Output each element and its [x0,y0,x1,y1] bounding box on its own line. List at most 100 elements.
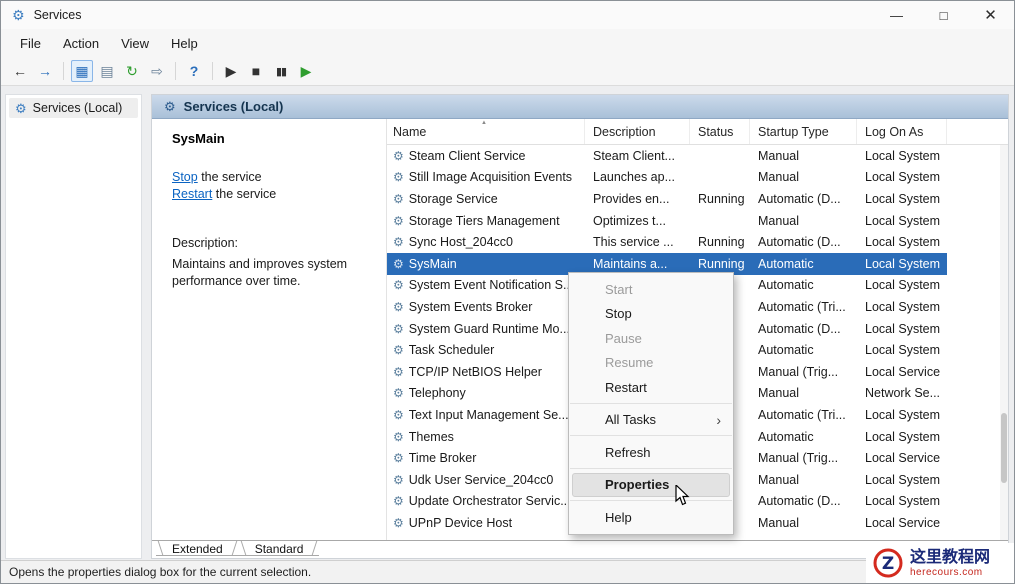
context-menu-start[interactable]: Start [569,277,733,302]
cell-name: ⚙Telephony [387,383,585,405]
context-menu-stop[interactable]: Stop [569,302,733,327]
menu-separator [570,435,732,436]
service-row-storage-service[interactable]: ⚙Storage ServiceProvides en...RunningAut… [387,188,1000,210]
cell-startup-type: Automatic [750,253,857,275]
toolbar-back-arrow-icon[interactable]: ← [9,60,31,82]
window-controls: — □ ✕ [873,1,1014,29]
cell-log-on-as: Local System [857,275,947,297]
column-header-description[interactable]: Description [585,119,690,144]
tab-extended[interactable]: Extended [156,541,239,556]
column-header-filler [947,119,1008,144]
column-header-status[interactable]: Status [690,119,750,144]
cell-description: Provides en... [585,188,690,210]
column-header-log-on-as[interactable]: Log On As [857,119,947,144]
service-row-sync-host-204cc0[interactable]: ⚙Sync Host_204cc0This service ...Running… [387,231,1000,253]
toolbar-help-icon[interactable]: ? [183,60,205,82]
status-bar: Opens the properties dialog box for the … [1,560,1014,583]
menu-view[interactable]: View [110,32,160,55]
restart-service-link[interactable]: Restart [172,187,212,201]
service-gear-icon: ⚙ [393,236,404,248]
toolbar-show-console-tree-icon[interactable]: ▦ [71,60,93,82]
cell-status [690,210,750,232]
toolbar-refresh-icon[interactable]: ↻ [121,60,143,82]
toolbar-separator [63,62,64,80]
service-gear-icon: ⚙ [393,193,404,205]
minimize-icon[interactable]: — [873,1,920,29]
cell-startup-type: Manual (Trig... [750,447,857,469]
cell-startup-type: Automatic [750,426,857,448]
context-menu-resume[interactable]: Resume [569,351,733,376]
service-row-still-image-acquisition-events[interactable]: ⚙Still Image Acquisition EventsLaunches … [387,167,1000,189]
menu-action[interactable]: Action [52,32,110,55]
service-action-links: Stop the service Restart the service [172,169,368,203]
stop-service-link[interactable]: Stop [172,170,198,184]
cell-name: ⚙Storage Service [387,188,585,210]
service-row-steam-client-service[interactable]: ⚙Steam Client ServiceSteam Client...Manu… [387,145,1000,167]
toolbar-pause-service-icon[interactable]: ▮▮ [270,60,292,82]
context-menu-pause[interactable]: Pause [569,326,733,351]
watermark-logo-icon: Z [872,547,904,579]
cell-filler [947,275,1000,297]
context-menu-properties[interactable]: Properties [572,473,730,498]
cell-name: ⚙UPnP Device Host [387,512,585,534]
menu-separator [570,468,732,469]
menu-separator [570,403,732,404]
scrollbar-thumb[interactable] [1001,413,1007,483]
cell-filler [947,491,1000,513]
close-icon[interactable]: ✕ [967,1,1014,29]
cell-startup-type: Manual [750,383,857,405]
cell-log-on-as: Local System [857,318,947,340]
toolbar-export-list-icon[interactable]: ⇨ [146,60,168,82]
service-gear-icon: ⚙ [393,279,404,291]
toolbar-start-service-icon[interactable]: ▶ [220,60,242,82]
service-gear-icon: ⚙ [393,495,404,507]
banner-title: Services (Local) [184,99,284,114]
cell-description: This service ... [585,231,690,253]
context-menu-help[interactable]: Help [569,505,733,530]
tab-standard[interactable]: Standard [239,541,320,556]
service-row-storage-tiers-management[interactable]: ⚙Storage Tiers ManagementOptimizes t...M… [387,210,1000,232]
cell-status [690,167,750,189]
services-app-icon: ⚙ [12,8,25,22]
toolbar-properties-icon[interactable]: ▤ [96,60,118,82]
cell-startup-type: Automatic (Tri... [750,404,857,426]
cell-description: Optimizes t... [585,210,690,232]
service-gear-icon: ⚙ [393,474,404,486]
cell-filler [947,296,1000,318]
cell-filler [947,361,1000,383]
cell-filler [947,188,1000,210]
cell-filler [947,210,1000,232]
cell-log-on-as: Network Se... [857,383,947,405]
toolbar-stop-service-icon[interactable]: ■ [245,60,267,82]
toolbar-restart-service-icon[interactable]: ▶ [295,60,317,82]
restart-service-suffix: the service [212,187,276,201]
maximize-icon[interactable]: □ [920,1,967,29]
description-text: Maintains and improves system performanc… [172,256,372,290]
cell-log-on-as: Local System [857,210,947,232]
context-menu-all-tasks[interactable]: All Tasks› [569,408,733,433]
list-header: ▲ NameDescriptionStatusStartup TypeLog O… [387,119,1008,145]
menu-help[interactable]: Help [160,32,209,55]
context-menu-restart[interactable]: Restart [569,375,733,400]
cell-log-on-as: Local System [857,231,947,253]
service-gear-icon: ⚙ [393,323,404,335]
tree-item-services-local[interactable]: ⚙ Services (Local) [9,98,138,118]
context-menu-refresh[interactable]: Refresh [569,440,733,465]
vertical-scrollbar[interactable] [1000,145,1008,540]
cell-name: ⚙Themes [387,426,585,448]
cell-log-on-as: Local System [857,296,947,318]
svg-text:Z: Z [882,554,894,574]
cell-log-on-as: Local Service [857,512,947,534]
cell-filler [947,318,1000,340]
column-header-startup-type[interactable]: Startup Type [750,119,857,144]
site-watermark: Z 这里教程网 herecours.com [866,543,1014,583]
services-banner-icon: ⚙ [164,100,176,113]
cell-startup-type: Manual [750,469,857,491]
cell-description: Steam Client... [585,145,690,167]
menu-file[interactable]: File [9,32,52,55]
cell-log-on-as: Local System [857,253,947,275]
cell-filler [947,426,1000,448]
cell-startup-type: Manual [750,145,857,167]
toolbar-forward-arrow-icon[interactable]: → [34,60,56,82]
cell-name: ⚙System Events Broker [387,296,585,318]
